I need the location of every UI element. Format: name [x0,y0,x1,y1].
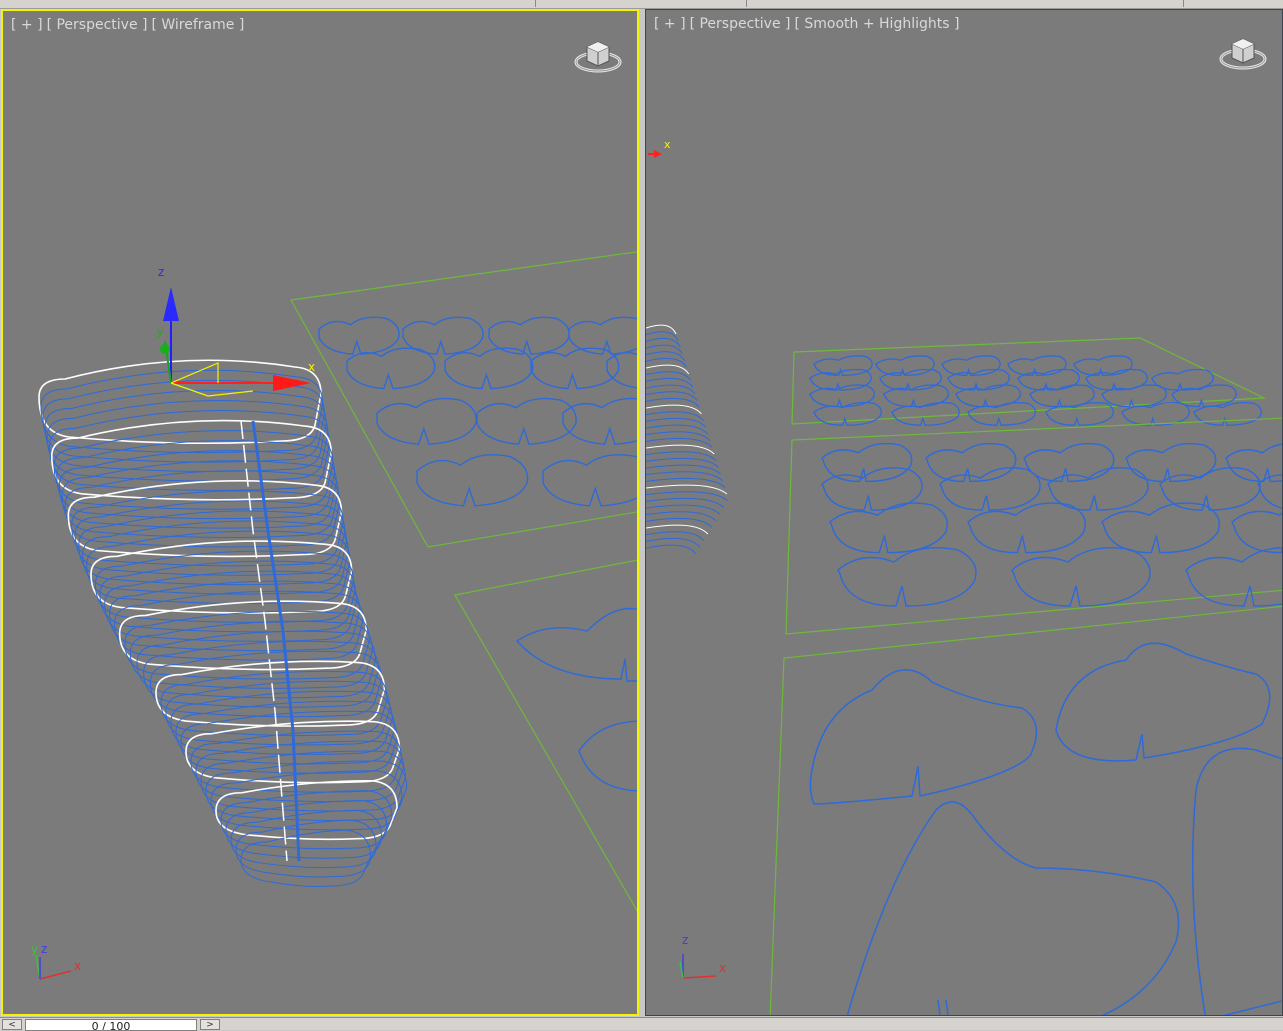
gizmo-x-label: x [664,138,671,151]
axis-tripod-icon: z x [679,933,726,979]
contour-spline-stack[interactable] [38,359,408,887]
gizmo-z-label: z [158,265,164,279]
gizmo-y-label: y [157,325,164,338]
tripod-z-label: z [41,942,47,956]
wireframe-scene: z y x y z x [31,251,639,980]
cutout-sheet-upper[interactable] [290,251,639,548]
gizmo-x-label: x [308,360,315,374]
toolbar-segment [0,0,536,7]
cutout-sheet-middle[interactable] [785,417,1283,635]
viewport-right-smooth[interactable]: [ + ][ Perspective ][ Smooth + Highlight… [645,9,1283,1016]
cutout-sheet-near[interactable] [769,605,1283,1016]
top-toolbar-strip [0,0,1283,9]
time-slider-thumb[interactable]: 0 / 100 [25,1019,197,1031]
tripod-y-label: y [31,942,38,956]
tripod-z-label: z [682,933,688,947]
shaded-scene: x z x [646,138,1283,1016]
toolbar-segment [536,0,747,7]
contour-spline-stack[interactable] [646,324,728,555]
time-prev-button[interactable]: < [2,1019,22,1030]
cutout-sheet-far[interactable] [791,337,1267,426]
axis-tripod-icon: y z x [31,942,81,980]
viewport-left-wireframe[interactable]: [ + ][ Perspective ][ Wireframe ] z y x … [1,9,639,1016]
toolbar-segment [747,0,1184,7]
tripod-x-label: x [74,959,81,973]
gizmo-x-axis: x [648,138,671,158]
tripod-x-label: x [719,961,726,975]
cutout-sheet-lower[interactable] [454,559,639,921]
time-slider-bar: < 0 / 100 > [0,1017,1283,1031]
time-next-button[interactable]: > [200,1019,220,1030]
